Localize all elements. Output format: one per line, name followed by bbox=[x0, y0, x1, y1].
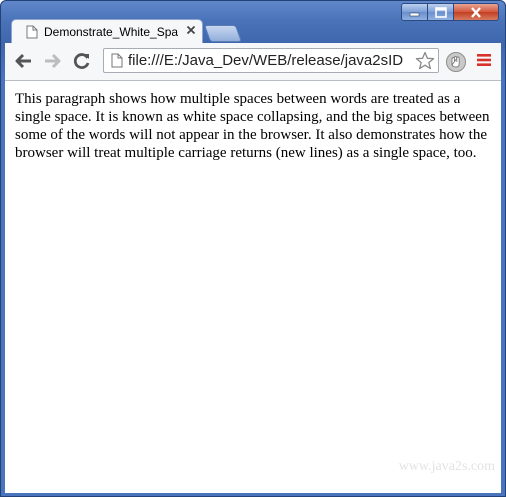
browser-window: Demonstrate_White_Space file:///E:/Java_… bbox=[0, 0, 506, 497]
window-controls bbox=[401, 3, 499, 21]
new-tab-button[interactable] bbox=[203, 25, 243, 42]
forward-arrow-icon[interactable] bbox=[43, 52, 63, 70]
back-arrow-icon[interactable] bbox=[13, 52, 33, 70]
url-text[interactable]: file:///E:/Java_Dev/WEB/release/java2sID bbox=[128, 52, 408, 69]
extension-icon[interactable] bbox=[445, 51, 467, 73]
menu-icon[interactable] bbox=[477, 53, 491, 67]
watermark: www.java2s.com bbox=[398, 459, 495, 474]
page-content: This paragraph shows how multiple spaces… bbox=[5, 81, 501, 493]
address-bar[interactable]: file:///E:/Java_Dev/WEB/release/java2sID bbox=[103, 48, 439, 73]
maximize-button[interactable] bbox=[428, 3, 454, 21]
star-icon[interactable] bbox=[415, 51, 435, 70]
maximize-icon bbox=[434, 6, 447, 18]
tab-active[interactable]: Demonstrate_White_Space bbox=[11, 19, 203, 43]
reload-icon[interactable] bbox=[73, 52, 91, 70]
browser-toolbar: file:///E:/Java_Dev/WEB/release/java2sID bbox=[5, 43, 501, 81]
close-window-button[interactable] bbox=[454, 3, 499, 21]
close-window-icon bbox=[471, 6, 481, 18]
white-space-paragraph: This paragraph shows how multiple spaces… bbox=[15, 91, 490, 161]
minimize-icon bbox=[409, 12, 419, 17]
minimize-button[interactable] bbox=[401, 3, 428, 21]
page-icon bbox=[111, 53, 123, 68]
tab-title: Demonstrate_White_Space bbox=[44, 25, 178, 39]
page-icon bbox=[26, 25, 38, 39]
close-icon[interactable] bbox=[186, 25, 196, 35]
